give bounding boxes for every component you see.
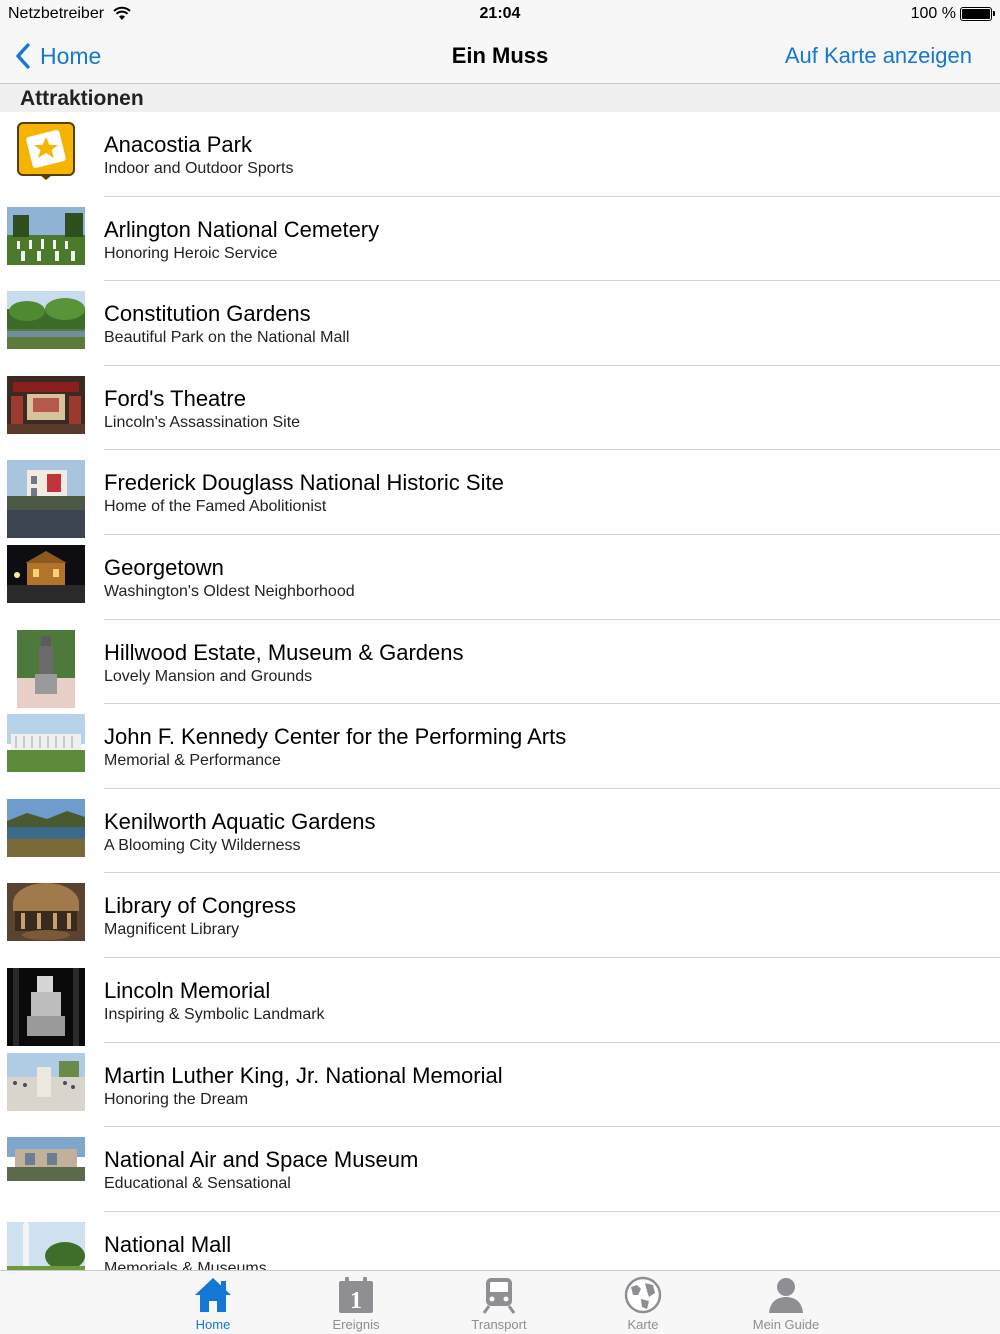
home-icon bbox=[195, 1278, 231, 1312]
person-icon bbox=[769, 1278, 803, 1313]
library-photo bbox=[7, 883, 85, 942]
tab-my-guide[interactable]: Mein Guide bbox=[721, 1271, 851, 1334]
tab-label: Karte bbox=[627, 1317, 659, 1332]
item-title: Frederick Douglass National Historic Sit… bbox=[104, 470, 504, 496]
list-item[interactable]: Constitution Gardens Beautiful Park on t… bbox=[0, 281, 1000, 366]
tab-bar: Home 1 Ereignis Transport Karte Mein Gui… bbox=[0, 1270, 1000, 1334]
list-item[interactable]: Anacostia Park Indoor and Outdoor Sports bbox=[0, 112, 1000, 197]
item-title: Constitution Gardens bbox=[104, 301, 311, 327]
item-subtitle: Memorial & Performance bbox=[104, 752, 281, 770]
list-item[interactable]: Frederick Douglass National Historic Sit… bbox=[0, 450, 1000, 539]
svg-text:1: 1 bbox=[350, 1288, 362, 1314]
list-item[interactable]: Ford's Theatre Lincoln's Assassination S… bbox=[0, 366, 1000, 451]
tab-event[interactable]: 1 Ereignis bbox=[291, 1271, 421, 1334]
garden-photo bbox=[7, 291, 85, 350]
item-subtitle: Indoor and Outdoor Sports bbox=[104, 160, 294, 177]
clock: 21:04 bbox=[479, 5, 521, 22]
theatre-photo bbox=[7, 375, 85, 434]
item-title: Ford's Theatre bbox=[104, 385, 246, 411]
list-item[interactable]: Arlington National Cemetery Honoring Her… bbox=[0, 197, 1000, 282]
cemetery-photo bbox=[7, 206, 85, 265]
item-title: National Mall bbox=[104, 1231, 232, 1257]
item-subtitle: Washington's Oldest Neighborhood bbox=[104, 582, 355, 600]
battery-percent: 100 % bbox=[910, 5, 956, 22]
item-title: National Air and Space Museum bbox=[104, 1147, 419, 1173]
list-item[interactable]: National Mall Memorials & Museums bbox=[0, 1212, 1000, 1270]
item-subtitle: Lovely Mansion and Grounds bbox=[104, 667, 313, 685]
list-item[interactable]: Kenilworth Aquatic Gardens A Blooming Ci… bbox=[0, 789, 1000, 874]
app-badge-icon bbox=[7, 122, 85, 180]
item-subtitle: Lincoln's Assassination Site bbox=[104, 413, 301, 431]
lincoln-photo bbox=[7, 967, 85, 1046]
list-item[interactable]: Lincoln Memorial Inspiring & Symbolic La… bbox=[0, 958, 1000, 1046]
item-title: Library of Congress bbox=[104, 893, 296, 919]
mall-photo bbox=[7, 1221, 85, 1270]
night-photo bbox=[7, 544, 85, 603]
navigation-bar: Home Ein Muss Auf Karte anzeigen bbox=[0, 28, 1000, 84]
item-subtitle: A Blooming City Wilderness bbox=[104, 836, 301, 854]
house-photo bbox=[7, 460, 85, 539]
item-subtitle: Honoring the Dream bbox=[104, 1090, 249, 1108]
item-subtitle: Inspiring & Symbolic Landmark bbox=[104, 1005, 325, 1023]
list-item[interactable]: Hillwood Estate, Museum & Gardens Lovely… bbox=[0, 620, 1000, 708]
item-subtitle: Educational & Sensational bbox=[104, 1175, 291, 1193]
tab-label: Transport bbox=[471, 1317, 527, 1332]
tab-home[interactable]: Home bbox=[148, 1271, 278, 1334]
statue-photo bbox=[7, 629, 85, 708]
globe-icon bbox=[624, 1276, 662, 1314]
attractions-list[interactable]: Anacostia Park Indoor and Outdoor Sports… bbox=[0, 112, 1000, 1270]
lake-photo bbox=[7, 798, 85, 857]
item-title: Kenilworth Aquatic Gardens bbox=[104, 808, 376, 834]
tab-transport[interactable]: Transport bbox=[434, 1271, 564, 1334]
mlk-photo bbox=[7, 1052, 85, 1111]
item-subtitle: Beautiful Park on the National Mall bbox=[104, 329, 350, 347]
status-bar: Netzbetreiber 21:04 100 % bbox=[0, 0, 1000, 28]
item-subtitle: Home of the Famed Abolitionist bbox=[104, 498, 327, 516]
item-title: Georgetown bbox=[104, 554, 224, 580]
item-subtitle: Honoring Heroic Service bbox=[104, 244, 278, 262]
train-icon bbox=[482, 1278, 516, 1314]
item-title: Anacostia Park bbox=[104, 132, 252, 157]
item-title: Hillwood Estate, Museum & Gardens bbox=[104, 639, 464, 665]
battery-icon bbox=[960, 7, 995, 21]
tab-map[interactable]: Karte bbox=[578, 1271, 708, 1334]
section-header: Attraktionen bbox=[0, 84, 1000, 112]
list-item[interactable]: Library of Congress Magnificent Library bbox=[0, 873, 1000, 958]
item-subtitle: Magnificent Library bbox=[104, 921, 240, 939]
show-on-map-button[interactable]: Auf Karte anzeigen bbox=[785, 43, 972, 69]
list-item[interactable]: John F. Kennedy Center for the Performin… bbox=[0, 704, 1000, 789]
tab-label: Ereignis bbox=[332, 1317, 380, 1332]
calendar-icon: 1 bbox=[339, 1277, 373, 1314]
museum-photo bbox=[7, 1137, 85, 1196]
tab-label: Home bbox=[195, 1317, 231, 1332]
list-item[interactable]: Martin Luther King, Jr. National Memoria… bbox=[0, 1043, 1000, 1128]
tab-label: Mein Guide bbox=[752, 1317, 820, 1332]
kennedy-center-photo bbox=[7, 714, 85, 773]
list-item[interactable]: National Air and Space Museum Educationa… bbox=[0, 1127, 1000, 1212]
item-title: Martin Luther King, Jr. National Memoria… bbox=[104, 1062, 503, 1088]
item-subtitle: Memorials & Museums bbox=[104, 1259, 267, 1270]
item-title: Lincoln Memorial bbox=[104, 977, 271, 1003]
list-item[interactable]: Georgetown Washington's Oldest Neighborh… bbox=[0, 535, 1000, 620]
item-title: John F. Kennedy Center for the Performin… bbox=[104, 724, 567, 750]
item-title: Arlington National Cemetery bbox=[104, 216, 380, 242]
